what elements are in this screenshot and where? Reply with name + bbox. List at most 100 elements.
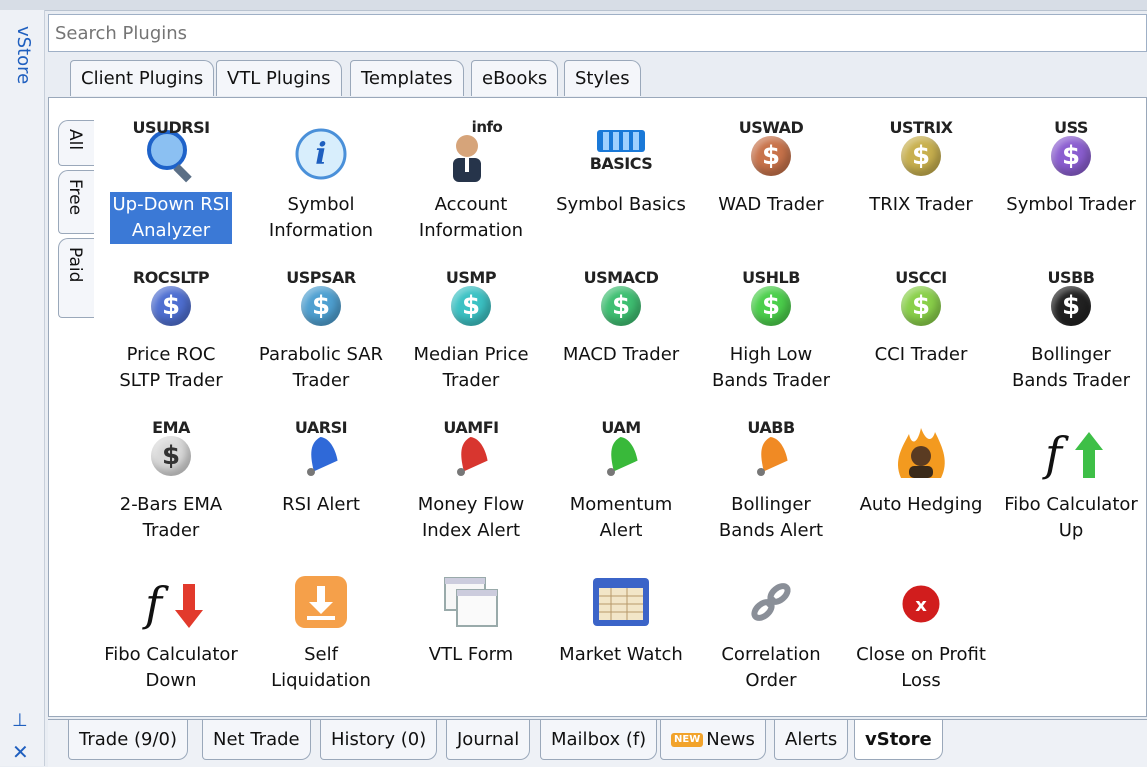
- plugin-code: USCCI: [895, 268, 947, 287]
- plugin-label: MACD Trader: [562, 344, 680, 365]
- dollar-coin-icon: $ USPSAR: [286, 268, 356, 334]
- plugin-code: UAM: [601, 418, 641, 437]
- plugin-symbol-basics[interactable]: BASICS Symbol Basics: [546, 116, 696, 266]
- plugin-parabolic-sar-trader[interactable]: $ USPSAR Parabolic SAR Trader: [246, 266, 396, 416]
- top-strip: [0, 0, 1147, 11]
- plugin-money-flow-index-alert[interactable]: UAMFI Money Flow Index Alert: [396, 416, 546, 566]
- plugin-close-on-profit-loss[interactable]: x Close on Profit Loss: [846, 566, 996, 716]
- plugin-median-price-trader[interactable]: $ USMP Median Price Trader: [396, 266, 546, 416]
- plugin-label: Parabolic SAR Trader: [258, 344, 384, 391]
- bell-icon: UABB: [739, 418, 803, 484]
- bottom-tab-label: vStore: [865, 729, 932, 750]
- bottom-tab-mailbox-f[interactable]: Mailbox (f): [540, 720, 658, 760]
- close-circle-icon: x: [889, 570, 953, 634]
- plugin-auto-hedging[interactable]: Auto Hedging: [846, 416, 996, 566]
- plugin-momentum-alert[interactable]: UAM Momentum Alert: [546, 416, 696, 566]
- sidebar-title[interactable]: vStore: [13, 26, 34, 84]
- plugin-code: USWAD: [738, 118, 804, 137]
- plugin-label: WAD Trader: [718, 194, 824, 215]
- magnifier-icon: USUDRSI: [132, 118, 210, 184]
- plugin-label: Bollinger Bands Alert: [718, 494, 824, 541]
- dollar-coin: $: [151, 286, 191, 326]
- dollar-coin: $: [301, 286, 341, 326]
- plugin-code: USTRIX: [889, 118, 953, 137]
- plugin-2-bars-ema-trader[interactable]: $ EMA 2-Bars EMA Trader: [96, 416, 246, 566]
- plugin-rsi-alert[interactable]: UARSI RSI Alert: [246, 416, 396, 566]
- bottom-tab-net-trade[interactable]: Net Trade: [202, 720, 311, 760]
- top-tabs: Client Plugins VTL Plugins Templates eBooks…: [48, 58, 1147, 98]
- tab-vtl-plugins[interactable]: VTL Plugins: [216, 60, 342, 96]
- plugin-price-roc-sltp-trader[interactable]: $ ROCSLTP Price ROC SLTP Trader: [96, 266, 246, 416]
- plugin-vtl-form[interactable]: VTL Form: [396, 566, 546, 716]
- plugin-wad-trader[interactable]: $ USWAD WAD Trader: [696, 116, 846, 266]
- plugin-code: USUDRSI: [132, 118, 210, 137]
- plugin-market-watch[interactable]: Market Watch: [546, 566, 696, 716]
- plugin-label: Auto Hedging: [859, 494, 983, 515]
- plugin-symbol-trader[interactable]: $ USS Symbol Trader: [996, 116, 1146, 266]
- plugin-label: CCI Trader: [874, 344, 968, 365]
- plugin-label: Up-Down RSI Analyzer: [110, 192, 232, 244]
- dollar-coin: $: [151, 436, 191, 476]
- new-badge: NEW: [671, 733, 704, 747]
- pin-icon[interactable]: ⊥: [12, 710, 28, 731]
- side-tab-label: Free: [65, 179, 85, 216]
- bottom-tab-news[interactable]: NEW News: [660, 720, 766, 760]
- svg-text:f: f: [1042, 427, 1069, 481]
- plugin-bollinger-bands-trader[interactable]: $ USBB Bollinger Bands Trader: [996, 266, 1146, 416]
- plugin-high-low-bands-trader[interactable]: $ USHLB High Low Bands Trader: [696, 266, 846, 416]
- plugin-correlation-order[interactable]: Correlation Order: [696, 566, 846, 716]
- plugin-macd-trader[interactable]: $ USMACD MACD Trader: [546, 266, 696, 416]
- sidebar: vStore ⊥ ✕: [0, 10, 45, 766]
- plugin-label: Momentum Alert: [569, 494, 673, 541]
- plugin-bollinger-bands-alert[interactable]: UABB Bollinger Bands Alert: [696, 416, 846, 566]
- side-tab-paid[interactable]: Paid: [58, 238, 94, 318]
- side-tab-free[interactable]: Free: [58, 170, 94, 234]
- tab-templates[interactable]: Templates: [350, 60, 464, 96]
- plugin-symbol-information[interactable]: i Symbol Information: [246, 116, 396, 266]
- dollar-coin-icon: $ EMA: [139, 418, 203, 484]
- windows-icon: [439, 570, 503, 634]
- plugin-code: USBB: [1047, 268, 1095, 287]
- bell-icon: UAM: [589, 418, 653, 484]
- dollar-coin-icon: $ USHLB: [739, 268, 803, 334]
- plugin-label: Market Watch: [559, 644, 683, 665]
- info-icon: i: [289, 120, 353, 184]
- bell-icon: UAMFI: [439, 418, 503, 484]
- tab-client-plugins[interactable]: Client Plugins: [70, 60, 215, 96]
- plugin-cci-trader[interactable]: $ USCCI CCI Trader: [846, 266, 996, 416]
- dollar-coin: $: [601, 286, 641, 326]
- plugin-grid: USUDRSI Up-Down RSI Analyzer i Symbol Infor…: [96, 104, 1147, 710]
- plugin-fibo-calculator-down[interactable]: f Fibo Calculator Down: [96, 566, 246, 716]
- plugin-label: 2-Bars EMA Trader: [119, 494, 223, 541]
- dollar-coin-icon: $ USS: [1039, 118, 1103, 184]
- fire-person-icon: [889, 420, 953, 484]
- bottom-tab-vstore[interactable]: vStore: [854, 720, 943, 760]
- bottom-tab-label: History (0): [331, 729, 427, 750]
- plugin-fibo-calculator-up[interactable]: f Fibo Calculator Up: [996, 416, 1146, 566]
- plugin-trix-trader[interactable]: $ USTRIX TRIX Trader: [846, 116, 996, 266]
- plugin-code: USHLB: [742, 268, 800, 287]
- plugin-label: Symbol Trader: [1006, 194, 1136, 215]
- bottom-tab-label: Journal: [457, 729, 520, 750]
- dollar-coin: $: [1051, 286, 1091, 326]
- download-icon: [289, 570, 353, 634]
- plugin-label: RSI Alert: [282, 494, 360, 515]
- plugin-up-down-rsi-analyzer[interactable]: USUDRSI Up-Down RSI Analyzer: [96, 116, 246, 266]
- plugin-self-liquidation[interactable]: Self Liquidation: [246, 566, 396, 716]
- plugin-code: USPSAR: [286, 268, 356, 287]
- side-tab-all[interactable]: All: [58, 120, 94, 166]
- close-icon[interactable]: ✕: [12, 740, 29, 764]
- bottom-tab-history-0[interactable]: History (0): [320, 720, 438, 760]
- dollar-coin: $: [751, 286, 791, 326]
- dollar-coin-icon: $ USMP: [439, 268, 503, 334]
- dollar-coin: $: [1051, 136, 1091, 176]
- plugin-account-information[interactable]: info Account Information: [396, 116, 546, 266]
- tab-ebooks[interactable]: eBooks: [471, 60, 559, 96]
- search-input[interactable]: [49, 15, 1147, 51]
- plugin-code: info: [471, 118, 503, 136]
- bottom-tab-alerts[interactable]: Alerts: [774, 720, 849, 760]
- tab-styles[interactable]: Styles: [564, 60, 641, 96]
- svg-text:x: x: [915, 595, 927, 616]
- bottom-tab-journal[interactable]: Journal: [446, 720, 531, 760]
- bottom-tab-trade-9-0[interactable]: Trade (9/0): [68, 720, 189, 760]
